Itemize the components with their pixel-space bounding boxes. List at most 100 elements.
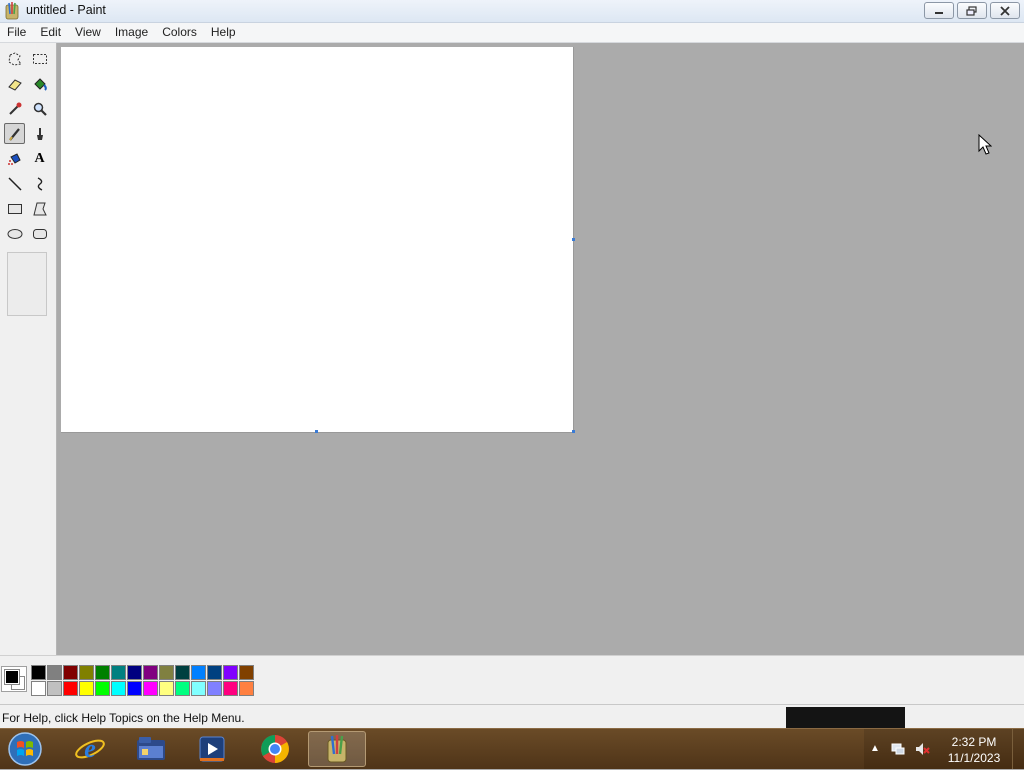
color-palette-bar [0,655,1024,704]
restore-icon [966,5,977,16]
color-swatch[interactable] [79,681,94,696]
windows-start-icon [8,732,42,766]
brush-icon [36,127,43,140]
tool-options-panel[interactable] [7,252,47,316]
color-swatch[interactable] [47,665,62,680]
color-swatch[interactable] [143,681,158,696]
tool-rectangle[interactable] [4,198,25,219]
menu-file[interactable]: File [0,23,33,42]
menu-image[interactable]: Image [108,23,155,42]
foreground-color [4,669,20,685]
paint-brush-icon [5,2,19,20]
tool-line[interactable] [4,173,25,194]
color-swatch[interactable] [175,665,190,680]
rounded-rectangle-icon [32,228,47,239]
resize-handle-bottom[interactable] [315,430,318,433]
color-swatch[interactable] [95,665,110,680]
tool-fill[interactable] [29,73,50,94]
current-colors [1,666,27,692]
tool-brush[interactable] [29,123,50,144]
close-button[interactable] [990,2,1020,19]
clock-date: 11/1/2023 [947,751,1001,765]
tool-pencil[interactable] [4,123,25,144]
status-bar: For Help, click Help Topics on the Help … [0,704,1024,729]
volume-muted-icon[interactable] [914,741,930,757]
color-swatch[interactable] [239,681,254,696]
color-swatch[interactable] [223,665,238,680]
tool-curve[interactable] [29,173,50,194]
color-swatch[interactable] [223,681,238,696]
resize-handle-right[interactable] [572,238,575,241]
color-swatch[interactable] [175,681,190,696]
clock-time: 2:32 PM [951,735,997,749]
color-swatch[interactable] [127,681,142,696]
color-swatch[interactable] [63,681,78,696]
color-swatch[interactable] [207,681,222,696]
taskbar-internet-explorer[interactable]: e [62,731,118,767]
tool-eraser[interactable] [4,73,25,94]
fill-bucket-icon [33,77,47,91]
svg-text:e: e [84,734,96,763]
color-swatch[interactable] [191,681,206,696]
taskbar-file-explorer[interactable] [123,731,179,767]
color-swatch[interactable] [31,681,46,696]
rectangle-icon [7,203,22,214]
menu-edit[interactable]: Edit [33,23,68,42]
window-title: untitled - Paint [26,3,106,17]
tool-pick-color[interactable] [4,98,25,119]
canvas-workspace [57,43,1024,655]
toolbox: A [0,43,57,655]
text-icon: A [34,150,45,166]
tool-ellipse[interactable] [4,223,25,244]
menu-help[interactable]: Help [204,23,243,42]
show-hidden-icons-icon[interactable]: ▲ [870,743,880,754]
color-swatch[interactable] [191,665,206,680]
tool-polygon[interactable] [29,198,50,219]
network-icon[interactable] [890,741,906,757]
color-swatch[interactable] [63,665,78,680]
taskbar-paint[interactable] [308,731,366,767]
taskbar-media-player[interactable] [184,731,240,767]
paint-taskbar-icon [327,735,347,763]
rectangle-select-icon [32,53,47,64]
color-swatch[interactable] [159,681,174,696]
color-swatch[interactable] [95,681,110,696]
restore-button[interactable] [957,2,987,19]
drawing-canvas[interactable] [61,47,574,433]
color-swatch[interactable] [111,665,126,680]
resize-handle-corner[interactable] [572,430,575,433]
color-swatch[interactable] [111,681,126,696]
file-explorer-icon [137,737,165,760]
color-swatch[interactable] [127,665,142,680]
menu-colors[interactable]: Colors [155,23,204,42]
tool-rectangle-select[interactable] [29,48,50,69]
minimize-button[interactable] [924,2,954,19]
tool-magnifier[interactable] [29,98,50,119]
polygon-icon [32,202,47,215]
status-panel [786,707,905,729]
menu-view[interactable]: View [68,23,108,42]
color-swatch[interactable] [159,665,174,680]
tool-rounded-rectangle[interactable] [29,223,50,244]
line-icon [7,176,22,191]
color-swatch[interactable] [143,665,158,680]
color-swatch[interactable] [47,681,62,696]
chrome-icon [261,735,289,763]
internet-explorer-icon: e [75,734,105,763]
show-desktop-button[interactable] [1012,729,1024,769]
color-swatch[interactable] [31,665,46,680]
tool-text[interactable]: A [29,148,50,169]
taskbar-chrome[interactable] [247,731,303,767]
tool-free-form-select[interactable] [4,48,25,69]
color-swatches [31,665,254,696]
color-swatch[interactable] [207,665,222,680]
free-form-select-icon [7,51,22,66]
color-swatch[interactable] [239,665,254,680]
tool-airbrush[interactable] [4,148,25,169]
media-player-icon [199,736,225,762]
color-swatch[interactable] [79,665,94,680]
start-button[interactable] [5,731,45,767]
pencil-icon [8,127,20,141]
clock[interactable]: 2:32 PM 11/1/2023 [940,734,1008,766]
title-bar: untitled - Paint [0,0,1024,23]
